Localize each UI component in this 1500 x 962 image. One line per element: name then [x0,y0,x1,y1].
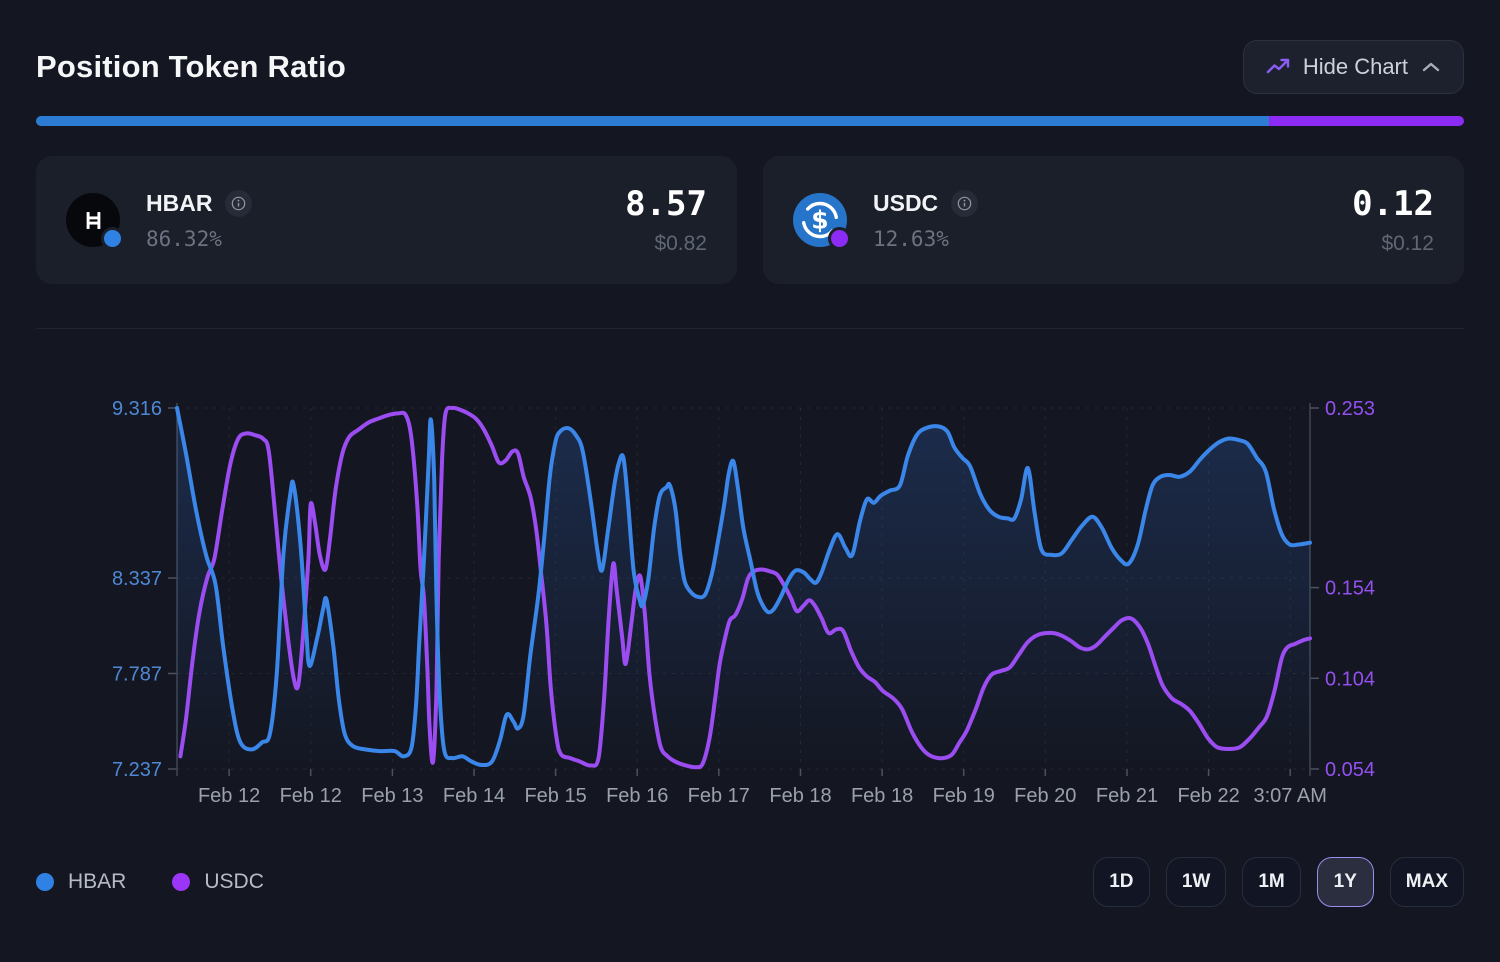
trend-up-icon [1266,57,1290,77]
chart-canvas[interactable]: Feb 12 Feb 12 Feb 13 Feb 14 Feb 15 Feb 16 Feb … [36,361,1464,813]
token-percent: 12.63% [873,226,949,251]
hbar-card-text: HBAR 86.32% [146,189,253,251]
chevron-up-icon [1421,61,1441,73]
svg-text:Feb 15: Feb 15 [524,785,586,807]
svg-text:Feb 18: Feb 18 [769,785,831,807]
usdc-color-badge-dot [828,227,851,250]
ratio-chart: Feb 12 Feb 12 Feb 13 Feb 14 Feb 15 Feb 16 Feb … [36,361,1464,813]
svg-text:Feb 22: Feb 22 [1177,785,1239,807]
legend-item-usdc[interactable]: USDC [172,870,264,894]
svg-text:Feb 12: Feb 12 [280,785,342,807]
hide-chart-label: Hide Chart [1302,54,1408,79]
svg-text:0.104: 0.104 [1325,668,1375,690]
hbar-token-icon [66,193,124,250]
info-icon[interactable] [225,189,253,217]
range-button-1m[interactable]: 1M [1242,857,1301,907]
ratio-bar [36,116,1464,126]
svg-text:9.316: 9.316 [112,398,162,420]
range-button-1y[interactable]: 1Y [1316,857,1374,907]
usdc-card-text: USDC 12.63% [873,189,979,251]
svg-text:Feb 16: Feb 16 [606,785,668,807]
token-usd-value: $0.82 [654,232,707,255]
range-button-max[interactable]: MAX [1389,857,1464,907]
token-usd-value: $0.12 [1381,232,1434,255]
legend-item-hbar[interactable]: HBAR [36,870,126,894]
svg-text:0.154: 0.154 [1325,578,1375,600]
range-button-1d[interactable]: 1D [1092,857,1150,907]
svg-text:Feb 21: Feb 21 [1096,785,1158,807]
token-ratio-value: 8.57 [625,184,707,224]
svg-text:Feb 13: Feb 13 [361,785,423,807]
legend-dot [172,873,191,891]
legend-label: USDC [204,870,264,893]
hide-chart-button[interactable]: Hide Chart [1242,40,1464,94]
svg-text:Feb 18: Feb 18 [851,785,913,807]
time-range-buttons: 1D 1W 1M 1Y MAX [1092,857,1464,907]
legend-dot [36,873,54,891]
svg-text:0.054: 0.054 [1325,759,1375,781]
svg-text:Feb 19: Feb 19 [933,785,995,807]
svg-text:$: $ [811,206,828,235]
range-button-1w[interactable]: 1W [1165,857,1227,907]
svg-text:7.787: 7.787 [112,664,162,686]
ratio-bar-usdc-segment [1268,116,1464,126]
token-percent: 86.32% [146,226,222,251]
page-title: Position Token Ratio [36,49,346,84]
info-icon[interactable] [951,189,979,217]
legend-label: HBAR [68,870,127,893]
header: Position Token Ratio Hide Chart [36,0,1464,94]
token-name: HBAR [146,189,213,216]
usdc-token-card: $ USDC 12.63% 0.12 $0.12 [763,156,1464,284]
svg-text:Feb 17: Feb 17 [688,785,750,807]
hbar-token-card: HBAR 86.32% 8.57 $0.82 [36,156,737,284]
svg-text:Feb 20: Feb 20 [1014,785,1076,807]
svg-text:0.253: 0.253 [1325,398,1375,420]
usdc-token-icon: $ [793,193,851,250]
chart-legend: HBAR USDC [36,870,264,894]
svg-text:3:07 AM: 3:07 AM [1254,785,1327,807]
svg-text:Feb 12: Feb 12 [198,785,260,807]
svg-text:Feb 14: Feb 14 [443,785,505,807]
hbar-card-values: 8.57 $0.82 [625,184,707,256]
hbar-color-badge-dot [101,227,124,250]
section-divider [36,328,1464,329]
svg-text:8.337: 8.337 [112,568,162,590]
ratio-bar-hbar-segment [36,116,1269,126]
usdc-card-values: 0.12 $0.12 [1352,184,1434,256]
token-ratio-value: 0.12 [1352,184,1434,224]
token-name: USDC [873,189,939,216]
chart-footer: HBAR USDC 1D 1W 1M 1Y MAX [36,857,1464,907]
token-cards: HBAR 86.32% 8.57 $0.82 $ USDC 12.63% 0.1… [36,156,1464,284]
svg-text:7.237: 7.237 [112,759,162,781]
